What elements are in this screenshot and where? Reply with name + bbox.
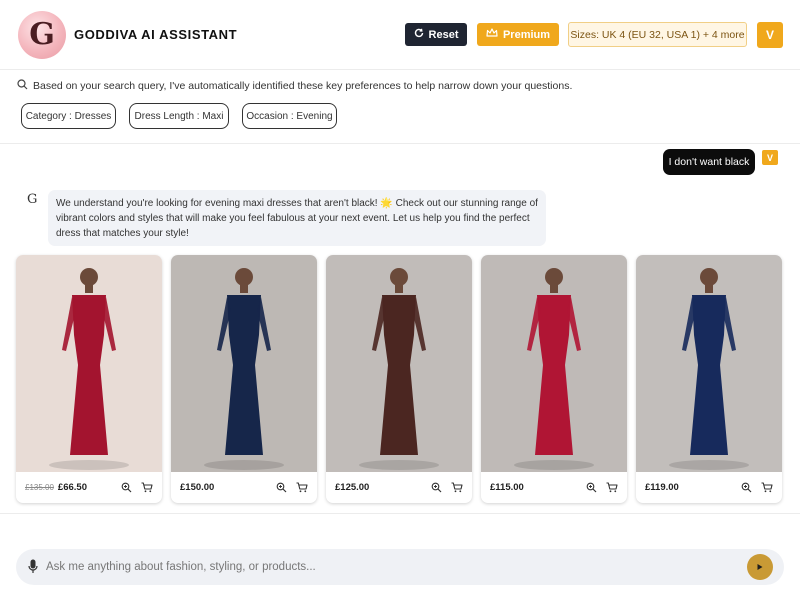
add-to-cart-icon[interactable] <box>761 482 773 493</box>
reset-button[interactable]: Reset <box>405 23 467 46</box>
product-image[interactable] <box>16 255 162 472</box>
header: G GODDIVA AI ASSISTANT Reset Premium Siz… <box>0 0 800 70</box>
product-price: £125.00 <box>335 482 370 493</box>
sizes-selector[interactable]: Sizes: UK 4 (EU 32, USA 1) + 4 more <box>568 22 747 47</box>
add-to-cart-icon[interactable] <box>606 482 618 493</box>
product-footer: £125.00 <box>326 472 472 503</box>
product-card[interactable]: £125.00 <box>326 255 472 503</box>
product-image[interactable] <box>326 255 472 472</box>
premium-button[interactable]: Premium <box>477 23 559 46</box>
product-price: £119.00 <box>645 482 679 493</box>
chip-occasion[interactable]: Occasion : Evening <box>242 103 337 129</box>
product-card[interactable]: £115.00 <box>481 255 627 503</box>
product-actions <box>586 482 618 493</box>
search-icon <box>17 79 28 93</box>
find-similar-icon[interactable] <box>741 482 752 493</box>
chat-input[interactable] <box>46 549 736 585</box>
product-footer: £115.00 <box>481 472 627 503</box>
user-message: I don't want black <box>663 149 755 175</box>
add-to-cart-icon[interactable] <box>141 482 153 493</box>
divider <box>0 513 800 514</box>
find-similar-icon[interactable] <box>431 482 442 493</box>
user-message-avatar: V <box>762 150 778 165</box>
bot-message: We understand you're looking for evening… <box>48 190 546 246</box>
product-card[interactable]: £150.00 <box>171 255 317 503</box>
product-old-price: £135.00 <box>25 483 54 492</box>
crown-icon <box>486 28 498 41</box>
product-image[interactable] <box>636 255 782 472</box>
chip-category[interactable]: Category : Dresses <box>21 103 116 129</box>
product-card[interactable]: £119.00 <box>636 255 782 503</box>
product-footer: £150.00 <box>171 472 317 503</box>
preferences-panel: Based on your search query, I've automat… <box>0 70 800 144</box>
app-title: GODDIVA AI ASSISTANT <box>74 27 238 42</box>
chip-dress-length[interactable]: Dress Length : Maxi <box>129 103 229 129</box>
send-button[interactable] <box>747 554 773 580</box>
product-actions <box>741 482 773 493</box>
add-to-cart-icon[interactable] <box>451 482 463 493</box>
product-price: £150.00 <box>180 482 215 493</box>
add-to-cart-icon[interactable] <box>296 482 308 493</box>
microphone-icon[interactable] <box>28 559 38 579</box>
product-image[interactable] <box>171 255 317 472</box>
find-similar-icon[interactable] <box>121 482 132 493</box>
premium-label: Premium <box>502 28 551 41</box>
refresh-icon <box>414 28 424 41</box>
product-image[interactable] <box>481 255 627 472</box>
product-price: £115.00 <box>490 482 524 493</box>
preferences-note: Based on your search query, I've automat… <box>17 79 572 93</box>
user-avatar[interactable]: V <box>757 22 783 48</box>
product-actions <box>276 482 308 493</box>
reset-label: Reset <box>428 28 459 41</box>
product-card[interactable]: £135.00 £66.50 <box>16 255 162 503</box>
find-similar-icon[interactable] <box>586 482 597 493</box>
preferences-note-text: Based on your search query, I've automat… <box>33 80 573 92</box>
brand-logo[interactable]: G <box>18 11 66 59</box>
product-price: £66.50 <box>57 482 87 493</box>
product-actions <box>121 482 153 493</box>
logo-letter: G <box>29 17 55 52</box>
product-footer: £119.00 <box>636 472 782 503</box>
chat-input-bar <box>16 549 784 585</box>
send-icon <box>756 558 764 576</box>
bot-avatar-icon: G <box>27 192 38 207</box>
product-footer: £135.00 £66.50 <box>16 472 162 503</box>
product-actions <box>431 482 463 493</box>
find-similar-icon[interactable] <box>276 482 287 493</box>
